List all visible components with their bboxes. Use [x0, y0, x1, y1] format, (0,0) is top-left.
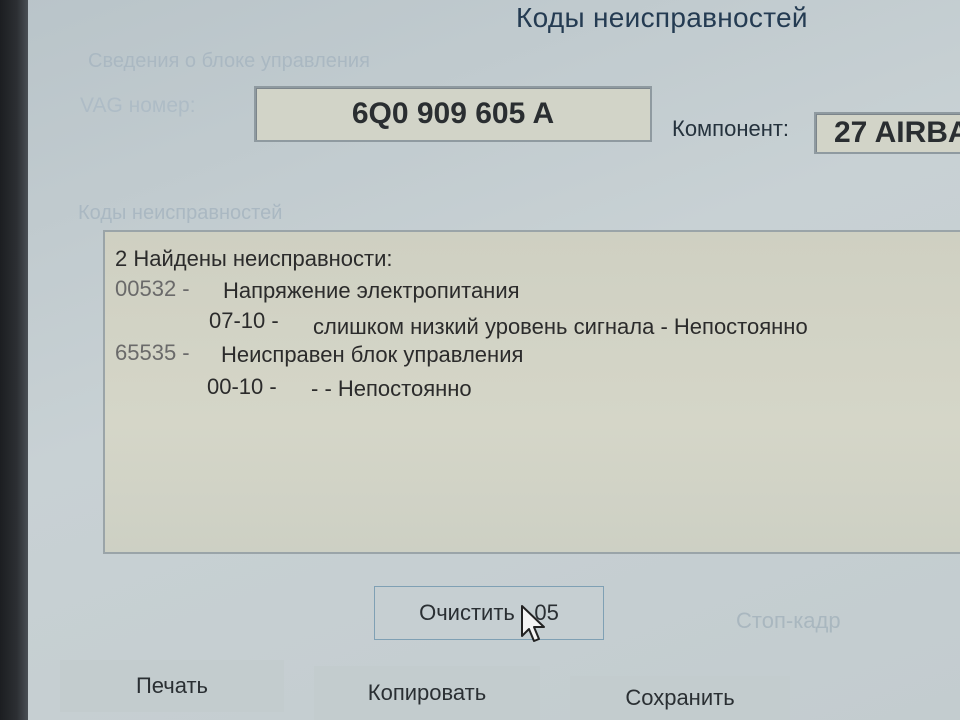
- monitor-bezel: [0, 0, 28, 720]
- component-label: Компонент:: [672, 116, 790, 141]
- vag-number-label: VAG номер:: [80, 94, 196, 117]
- fault-description: Напряжение электропитания: [223, 278, 520, 303]
- faults-group-label: Коды неисправностей: [78, 202, 283, 224]
- faults-header: 2 Найдены неисправности:: [115, 246, 393, 271]
- vag-number-field: 6Q0 909 605 A: [254, 86, 652, 142]
- fault-sub-description: слишком низкий уровень сигнала - Непосто…: [313, 314, 808, 339]
- print-button[interactable]: Печать: [60, 660, 284, 712]
- faults-list[interactable]: 2 Найдены неисправности: 00532 - Напряже…: [103, 230, 960, 554]
- fault-subcode: 07-10 -: [209, 308, 279, 333]
- fault-description: Неисправен блок управления: [221, 342, 524, 367]
- clear-codes-button[interactable]: Очистить - 05: [374, 586, 604, 640]
- freeze-frame-button[interactable]: Стоп-кадр: [736, 608, 841, 634]
- window-title: Коды неисправностей: [516, 2, 808, 33]
- copy-button[interactable]: Копировать: [314, 666, 540, 720]
- component-field: 27 AIRBA: [814, 112, 960, 154]
- fault-code: 65535 -: [115, 340, 190, 365]
- save-button[interactable]: Сохранить: [570, 676, 790, 720]
- fault-sub-description: - - Непостоянно: [311, 376, 472, 401]
- fault-subcode: 00-10 -: [207, 374, 277, 399]
- module-info-group-label: Сведения о блоке управления: [88, 50, 370, 72]
- mouse-cursor-icon: [521, 605, 545, 642]
- fault-code: 00532 -: [115, 276, 190, 301]
